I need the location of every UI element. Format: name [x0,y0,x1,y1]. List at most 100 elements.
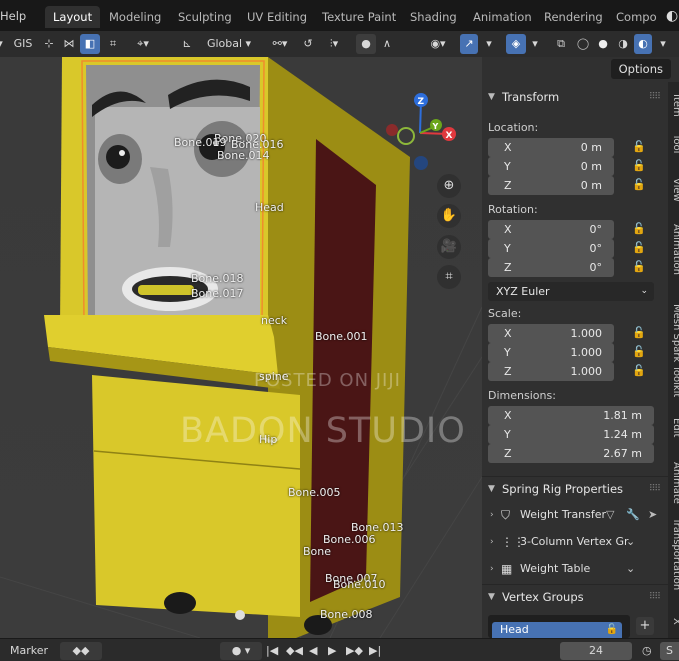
shading-solid-icon[interactable]: ● [594,34,612,54]
tab-edit[interactable]: Edit [668,418,679,437]
perspective-grid-icon[interactable]: ⌗ [437,265,461,289]
workspace-tab-texture-paint[interactable]: Texture Paint [314,6,404,28]
overlay-dropdown-icon[interactable]: ▾ [528,34,542,54]
lock-icon[interactable]: 🔓 [632,178,646,192]
vertex-group-item[interactable]: Head 🔓 [492,622,622,638]
spring-rig-panel-header[interactable]: ▼ Spring Rig Properties ⠿⠿ [482,476,668,500]
lock-icon[interactable]: 🔓 [632,345,646,359]
jump-end-icon[interactable]: ▶| [369,642,381,660]
workspace-tab-compositing[interactable]: Compo [608,6,665,28]
chevron-down-icon[interactable]: ⌄ [626,530,635,554]
workspace-tab-modeling[interactable]: Modeling [101,6,169,28]
add-vertex-group-button[interactable]: + [636,617,654,635]
drag-grip-icon[interactable]: ⠿⠿ [649,85,661,109]
snap-icon[interactable]: ↺ [298,34,318,54]
keyframe-nav-icon[interactable]: ◆◆ [60,642,102,660]
lock-icon[interactable]: 🔓 [632,260,646,274]
lock-icon[interactable]: 🔓 [632,241,646,255]
location-y-field[interactable]: Y 0 m [488,157,614,176]
drag-grip-icon[interactable]: ⠿⠿ [649,477,661,501]
gizmo-toggle-icon[interactable]: ↗ [460,34,478,54]
wrench-icon[interactable]: 🔧 [626,503,640,527]
lock-icon[interactable]: 🔓 [632,140,646,154]
play-icon[interactable]: ▶ [328,642,336,660]
prev-keyframe-icon[interactable]: ◆◀ [286,642,303,660]
workspace-tab-sculpting[interactable]: Sculpting [170,6,240,28]
camera-view-icon[interactable]: 🎥 [437,235,461,259]
scale-x-field[interactable]: X 1.000 [488,324,614,343]
vertex-group-columns-row[interactable]: › ⋮⋮ 3-Column Vertex Gr ⌄ [482,530,668,554]
tab-animate[interactable]: Animate [668,462,679,504]
pan-hand-icon[interactable]: ✋ [437,204,461,228]
keying-dropdown-icon[interactable]: ● ▾ [220,642,262,660]
3d-viewport[interactable]: Z X Y ⊕ ✋ 🎥 ⌗ Bone.020 Bone.019 Bone.016… [0,57,482,638]
falloff-icon[interactable]: ∧ [378,34,396,54]
snap-target-icon[interactable]: ⌗ [104,34,122,54]
weight-transfer-row[interactable]: › ⛉ Weight Transfer ▽ 🔧 ➤ [482,503,668,527]
filter-icon[interactable]: ▽ [606,503,614,527]
current-frame-field[interactable]: 24 [560,642,632,660]
workspace-tab-rendering[interactable]: Rendering [536,6,611,28]
tab-animation[interactable]: Animation [668,224,679,275]
gis-menu[interactable]: GIS [12,34,34,54]
workspace-tab-shading[interactable]: Shading [402,6,465,28]
shading-rendered-icon[interactable]: ◐ [634,34,652,54]
help-menu[interactable]: Help [0,6,32,26]
snap-face-icon[interactable]: ◧ [80,34,100,54]
pivot-icon[interactable]: ⊹ [40,34,58,54]
options-button[interactable]: Options [610,59,671,79]
overlay-toggle-icon[interactable]: ◈ [506,34,526,54]
tab-item[interactable]: Item [668,94,679,117]
orientation-icon[interactable]: ⊾ [178,34,196,54]
gizmo-dropdown-icon[interactable]: ▾ [482,34,496,54]
marker-menu[interactable]: Marker [10,642,48,660]
lock-icon[interactable]: 🔓 [632,364,646,378]
jump-start-icon[interactable]: |◀ [266,642,278,660]
rotation-z-field[interactable]: Z 0° [488,258,614,277]
lock-icon[interactable]: 🔓 [632,222,646,236]
vertex-groups-panel-header[interactable]: ▼ Vertex Groups ⠿⠿ [482,584,668,608]
lock-icon[interactable]: 🔓 [632,326,646,340]
tab-tool[interactable]: Tool [668,134,679,153]
rotation-mode-dropdown[interactable]: XYZ Euler ⌄ [488,282,654,301]
workspace-tab-uv-editing[interactable]: UV Editing [239,6,315,28]
pivot-point-icon[interactable]: ⚯▾ [266,34,294,54]
xray-icon[interactable]: ⧉ [552,34,570,54]
workspace-scroll-icon[interactable]: ◐ [666,8,678,24]
lock-icon[interactable]: 🔓 [632,159,646,173]
tab-view[interactable]: View [668,178,679,202]
play-reverse-icon[interactable]: ◀ [309,642,317,660]
tab-transportation[interactable]: Transportation [668,518,679,590]
rotation-y-field[interactable]: Y 0° [488,239,614,258]
workspace-tab-animation[interactable]: Animation [465,6,540,28]
dimensions-x-field[interactable]: X 1.81 m [488,406,654,425]
snap-element-icon[interactable]: ⫶▾ [320,34,348,54]
mode-menu-icon[interactable]: ▾ [0,34,6,54]
shading-dropdown-icon[interactable]: ▾ [656,34,670,54]
dimensions-y-field[interactable]: Y 1.24 m [488,425,654,444]
orientation-dropdown[interactable]: Global ▾ [198,34,260,54]
proportional-icon[interactable]: ● [356,34,376,54]
shading-material-icon[interactable]: ◑ [614,34,632,54]
visibility-icon[interactable]: ◉▾ [424,34,452,54]
weight-table-row[interactable]: › ▦ Weight Table ⌄ [482,557,668,581]
location-z-field[interactable]: Z 0 m [488,176,614,195]
tab-x[interactable]: X [668,618,679,625]
next-keyframe-icon[interactable]: ▶◆ [346,642,363,660]
tab-mesh-spark-toolkit[interactable]: Mesh Spark Toolkit [668,304,679,397]
proportional-edit-icon[interactable]: ⌖▾ [130,34,156,54]
zoom-icon[interactable]: ⊕ [437,174,461,198]
clock-icon[interactable]: ◷ [642,642,652,660]
rotation-x-field[interactable]: X 0° [488,220,614,239]
drag-grip-icon[interactable]: ⠿⠿ [649,585,661,609]
chevron-down-icon[interactable]: ⌄ [626,557,635,581]
scale-y-field[interactable]: Y 1.000 [488,343,614,362]
workspace-tab-layout[interactable]: Layout [45,6,101,28]
shading-wireframe-icon[interactable]: ◯ [574,34,592,54]
scale-z-field[interactable]: Z 1.000 [488,362,614,381]
cursor-icon[interactable]: ➤ [648,503,657,527]
start-frame-field[interactable]: S [660,642,679,660]
snap-increment-icon[interactable]: ⋈ [60,34,78,54]
dimensions-z-field[interactable]: Z 2.67 m [488,444,654,463]
location-x-field[interactable]: X 0 m [488,138,614,157]
